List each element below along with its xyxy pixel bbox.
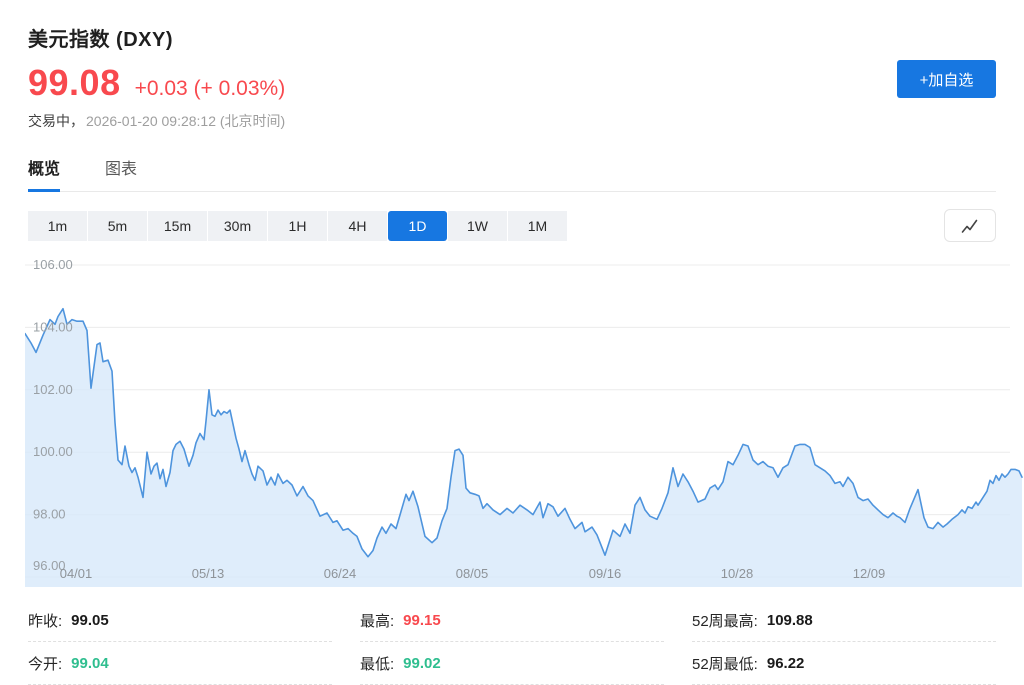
x-axis-label: 09/16 (589, 566, 622, 581)
stat-value: 99.15 (403, 612, 441, 629)
line-chart-icon (960, 217, 980, 235)
timeframe-1h[interactable]: 1H (268, 211, 327, 241)
stat-52w-low: 52周最低: 96.22 (692, 642, 996, 685)
timeframe-1w[interactable]: 1W (448, 211, 507, 241)
chart-type-button[interactable] (944, 209, 996, 242)
price-chart[interactable]: 106.00104.00102.00100.0098.0096.0004/010… (25, 252, 1024, 587)
tab-bar: 概览 图表 (28, 155, 996, 192)
timeframe-30m[interactable]: 30m (208, 211, 267, 241)
stat-value: 99.04 (71, 655, 109, 672)
x-axis-label: 05/13 (192, 566, 225, 581)
x-axis-label: 08/05 (456, 566, 489, 581)
price-row: 99.08 +0.03 (+ 0.03%) (28, 62, 996, 104)
quote-page: 美元指数 (DXY) +加自选 99.08 +0.03 (+ 0.03%) 交易… (0, 0, 1024, 678)
x-axis-label: 10/28 (721, 566, 754, 581)
quote-timestamp: 2026-01-20 09:28:12 (北京时间) (86, 113, 285, 129)
timeframe-15m[interactable]: 15m (148, 211, 207, 241)
stat-low: 最低: 99.02 (360, 642, 664, 685)
x-axis-label: 06/24 (324, 566, 357, 581)
trading-status: 交易中， (28, 113, 84, 129)
timeframe-selector: 1m 5m 15m 30m 1H 4H 1D 1W 1M (28, 211, 567, 241)
timeframe-1m[interactable]: 1m (28, 211, 87, 241)
timeframe-4h[interactable]: 4H (328, 211, 387, 241)
y-axis-label: 100.00 (33, 444, 73, 459)
stats-grid: 昨收: 99.05 最高: 99.15 52周最高: 109.88 今开: 99… (28, 599, 996, 685)
stat-label: 最高: (360, 610, 394, 631)
page-title: 美元指数 (DXY) (28, 0, 996, 52)
stat-label: 最低: (360, 653, 394, 674)
stat-prev-close: 昨收: 99.05 (28, 599, 332, 642)
stat-52w-high: 52周最高: 109.88 (692, 599, 996, 642)
price-chart-svg[interactable]: 106.00104.00102.00100.0098.0096.0004/010… (25, 252, 1024, 587)
stat-label: 52周最低: (692, 653, 758, 674)
stat-value: 99.02 (403, 655, 441, 672)
stat-value: 99.05 (71, 612, 109, 629)
x-axis-label: 04/01 (60, 566, 93, 581)
y-axis-label: 106.00 (33, 257, 73, 272)
timeframe-1d[interactable]: 1D (388, 211, 447, 241)
y-axis-label: 104.00 (33, 319, 73, 334)
timeframe-1M[interactable]: 1M (508, 211, 567, 241)
stat-high: 最高: 99.15 (360, 599, 664, 642)
stat-value: 96.22 (767, 655, 805, 672)
stat-label: 今开: (28, 653, 62, 674)
price-change: +0.03 (+ 0.03%) (135, 77, 286, 101)
y-axis-label: 98.00 (33, 507, 66, 522)
timeframe-5m[interactable]: 5m (88, 211, 147, 241)
stat-label: 昨收: (28, 610, 62, 631)
tab-overview[interactable]: 概览 (28, 155, 60, 192)
last-price: 99.08 (28, 62, 121, 104)
stat-value: 109.88 (767, 612, 813, 629)
tab-chart[interactable]: 图表 (105, 155, 137, 192)
y-axis-label: 102.00 (33, 382, 73, 397)
x-axis-label: 12/09 (853, 566, 886, 581)
stat-label: 52周最高: (692, 610, 758, 631)
add-watchlist-button[interactable]: +加自选 (897, 60, 996, 98)
chart-toolbar: 1m 5m 15m 30m 1H 4H 1D 1W 1M (28, 209, 996, 242)
stat-open: 今开: 99.04 (28, 642, 332, 685)
status-row: 交易中，2026-01-20 09:28:12 (北京时间) (28, 111, 996, 131)
